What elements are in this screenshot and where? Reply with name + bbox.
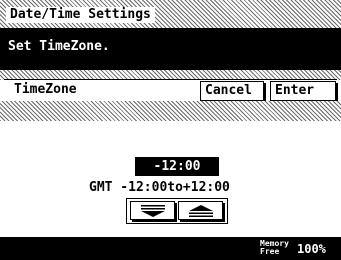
timezone-value: -12:00 — [135, 157, 219, 176]
message-bar: Set TimeZone. — [0, 30, 341, 70]
timezone-label: TimeZone — [14, 82, 77, 97]
decrease-button[interactable] — [130, 201, 175, 220]
instruction-message: Set TimeZone. — [8, 39, 110, 54]
memory-free-value: 100% — [297, 242, 326, 256]
status-bar: Memory Free 100% — [0, 237, 341, 260]
increase-button[interactable] — [178, 201, 223, 220]
panel-hatch-bottom — [0, 101, 341, 121]
timezone-range: GMT -12:00to+12:00 — [89, 180, 230, 195]
timezone-stepper — [126, 198, 228, 224]
cancel-button[interactable]: Cancel — [200, 81, 264, 101]
enter-button[interactable]: Enter — [270, 81, 336, 101]
triangle-up-icon — [189, 205, 213, 217]
title-bar: Date/Time Settings — [0, 0, 341, 30]
memory-free-label: Memory Free — [260, 240, 289, 256]
memory-label-line2: Free — [260, 247, 280, 256]
timezone-panel-header: TimeZone Cancel Enter — [4, 79, 337, 102]
triangle-down-icon — [141, 205, 165, 217]
page-title: Date/Time Settings — [6, 7, 155, 23]
timezone-content: -12:00 GMT -12:00to+12:00 — [0, 121, 341, 237]
